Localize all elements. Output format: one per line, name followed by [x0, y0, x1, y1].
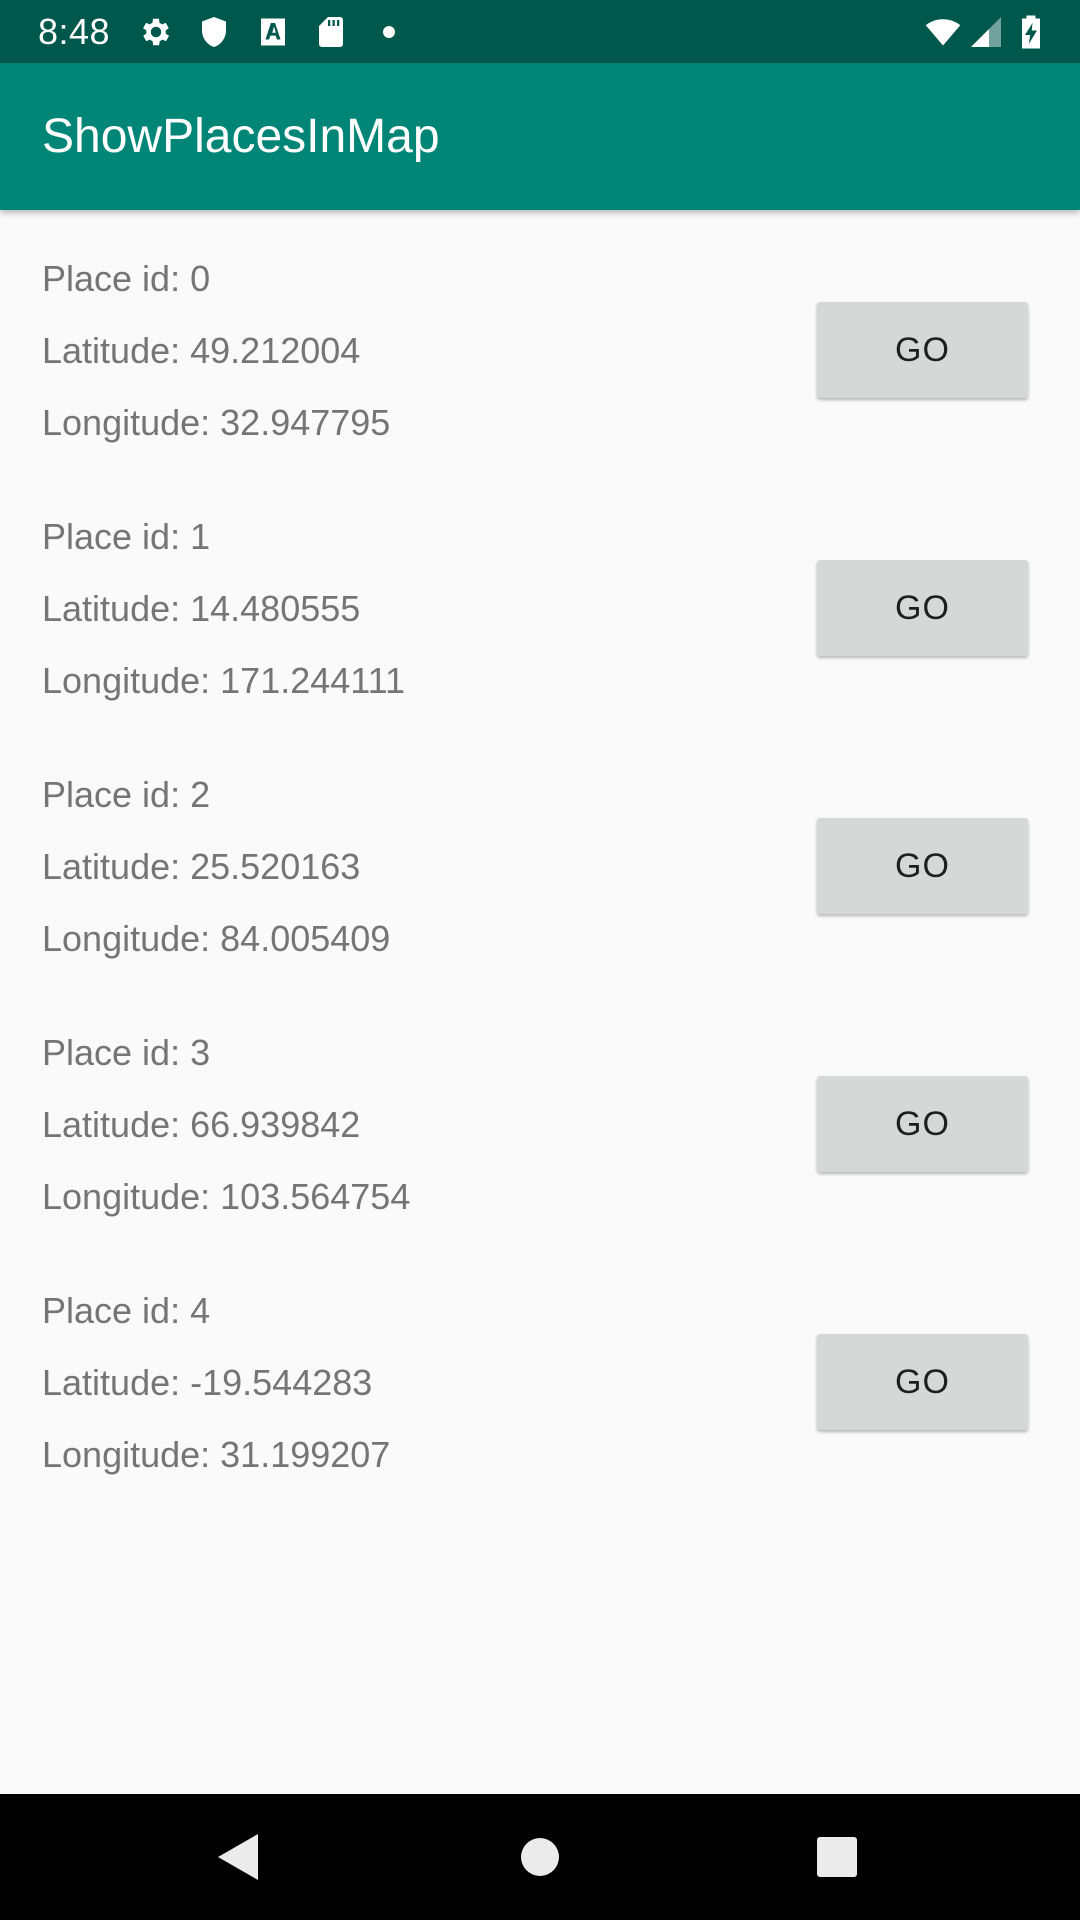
latitude-text: Latitude: 14.480555	[42, 588, 361, 629]
wifi-icon	[925, 19, 961, 46]
sd-card-icon	[319, 17, 343, 47]
latitude-text: Latitude: 25.520163	[42, 846, 361, 887]
place-item: Place id: 1 Latitude: 14.480555 Longitud…	[0, 468, 1080, 726]
longitude-text: Longitude: 31.199207	[42, 1434, 391, 1475]
latitude-text: Latitude: -19.544283	[42, 1362, 373, 1403]
place-id-text: Place id: 4	[42, 1290, 211, 1331]
place-item: Place id: 0 Latitude: 49.212004 Longitud…	[0, 210, 1080, 468]
home-icon[interactable]	[513, 1830, 567, 1884]
place-id-text: Place id: 0	[42, 258, 211, 299]
place-item: Place id: 2 Latitude: 25.520163 Longitud…	[0, 726, 1080, 984]
cell-signal-icon	[971, 17, 1001, 47]
place-id-text: Place id: 3	[42, 1032, 211, 1073]
status-time: 8:48	[38, 11, 111, 52]
place-id-text: Place id: 1	[42, 516, 211, 557]
recents-icon[interactable]	[815, 1830, 859, 1884]
place-id-text: Place id: 2	[42, 774, 211, 815]
app-bar: ShowPlacesInMap	[0, 63, 1080, 210]
dot-icon	[383, 26, 395, 38]
font-a-icon	[261, 18, 285, 46]
go-button[interactable]: GO	[817, 1076, 1028, 1172]
places-list: Place id: 0 Latitude: 49.212004 Longitud…	[0, 210, 1080, 1794]
longitude-text: Longitude: 84.005409	[42, 918, 391, 959]
latitude-text: Latitude: 49.212004	[42, 330, 361, 371]
go-button[interactable]: GO	[817, 560, 1028, 656]
go-button[interactable]: GO	[817, 818, 1028, 914]
go-button[interactable]: GO	[817, 302, 1028, 398]
navigation-bar	[0, 1794, 1080, 1920]
go-button[interactable]: GO	[817, 1334, 1028, 1430]
latitude-text: Latitude: 66.939842	[42, 1104, 361, 1145]
place-item: Place id: 3 Latitude: 66.939842 Longitud…	[0, 984, 1080, 1242]
shield-icon	[202, 17, 226, 47]
gear-icon	[143, 18, 170, 46]
longitude-text: Longitude: 103.564754	[42, 1176, 411, 1217]
app-title: ShowPlacesInMap	[42, 110, 440, 163]
battery-charging-icon	[1022, 15, 1040, 49]
longitude-text: Longitude: 171.244111	[42, 660, 406, 701]
back-icon[interactable]	[214, 1830, 262, 1884]
status-bar: 8:48	[0, 0, 1080, 63]
longitude-text: Longitude: 32.947795	[42, 402, 391, 443]
place-item: Place id: 4 Latitude: -19.544283 Longitu…	[0, 1242, 1080, 1500]
